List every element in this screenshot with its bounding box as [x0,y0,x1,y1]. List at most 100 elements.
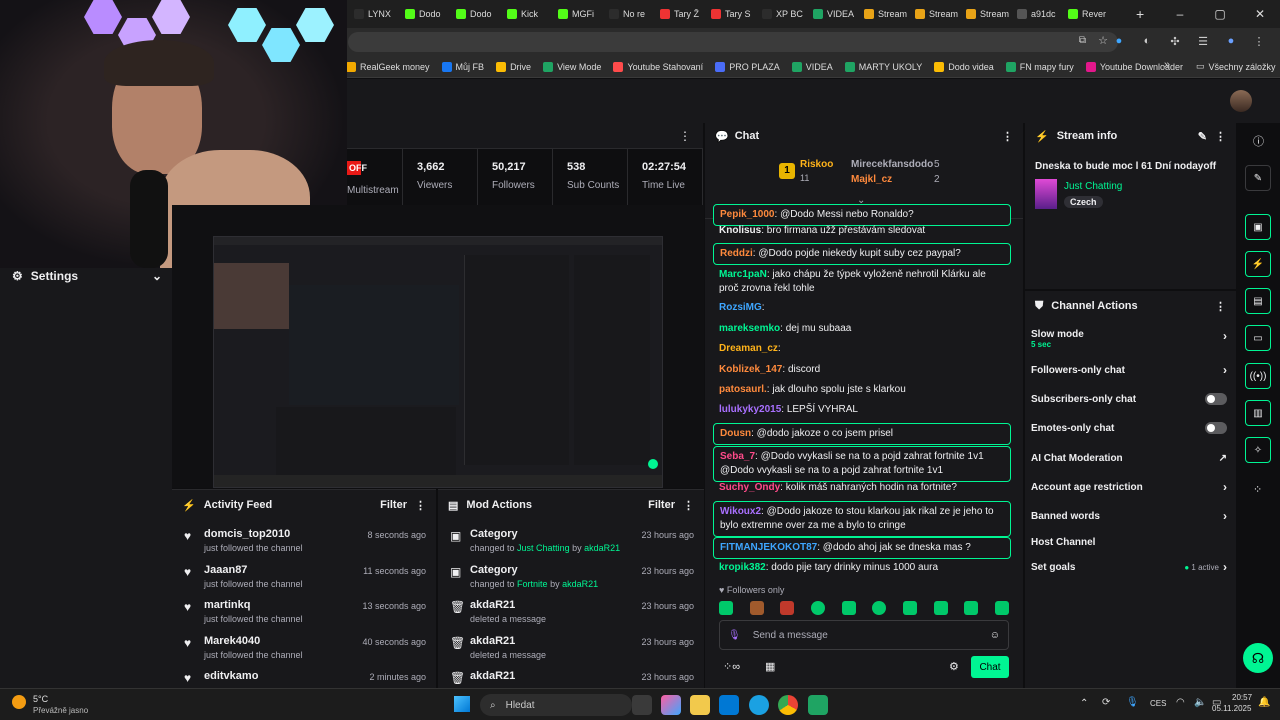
mod-action-mod[interactable]: akdaR21 [584,543,620,553]
stream-preview[interactable] [213,236,663,488]
browser-tab[interactable]: Stream [909,0,960,28]
profile-icon[interactable]: ● [1222,32,1240,50]
document-icon[interactable]: ▤ [1245,288,1271,314]
filter-button[interactable]: Filter [648,499,675,511]
second-name[interactable]: Mirecekfansdodo [851,159,933,170]
mod-action-target[interactable]: Just Chatting [517,543,570,553]
tray-chevron-icon[interactable]: ⌃ [1080,698,1088,709]
browser-tab[interactable]: Kick [501,0,552,28]
bookmark-item[interactable]: RealGeek money [346,62,430,72]
list-item[interactable]: ♥ martinkq just followed the channel 13 sec… [172,599,436,635]
bookmark-item[interactable]: Drive [496,62,531,72]
wifi-icon[interactable]: ◠ [1176,697,1185,708]
gift-icon[interactable]: ▦ [765,660,775,673]
chat-username[interactable]: mareksemko [719,323,780,334]
category-link[interactable]: Just Chatting [1064,181,1122,192]
url-input[interactable]: ⧉ ☆ [348,32,1118,52]
infinity-icon[interactable]: ⁘∞ [723,660,740,673]
pencil-icon[interactable]: ✎ [1198,130,1207,143]
edge-icon[interactable] [749,695,769,715]
chat-message[interactable]: RozsiMG: [713,301,1011,315]
chat-username[interactable]: patosaurl. [719,384,767,395]
copilot-icon[interactable] [661,695,681,715]
windows-start-icon[interactable] [454,696,470,712]
emote[interactable] [780,601,795,615]
app-icon[interactable] [808,695,828,715]
translate-icon[interactable]: ⧉ [1079,35,1086,46]
mod-action-target[interactable]: Fortnite [517,579,548,589]
chat-username[interactable]: Wikoux2 [720,506,761,517]
browser-tab[interactable]: No re [603,0,654,28]
chat-username[interactable]: lulukyky2015 [719,404,781,415]
more-icon[interactable]: ⋮ [1215,130,1226,143]
settings-toggle[interactable]: ⚙ Settings ⌄ [12,268,162,284]
more-icon[interactable]: ⋮ [1215,300,1226,313]
ai-moderation-row[interactable]: AI Chat Moderation ↗ [1031,447,1227,469]
chat-message[interactable]: Seba_7: @Dodo vvykasli se na to a pojd z… [713,446,1011,482]
chat-username[interactable]: kropik382 [719,562,766,573]
chat-username[interactable]: Suchy_Ondy [719,482,780,493]
chat-message[interactable]: Dreaman_cz: [713,342,1011,356]
followers-only-row[interactable]: Followers-only chat › [1031,359,1227,381]
chat-message[interactable]: Knolisus: bro firmana užž přestávám sled… [713,224,1011,238]
new-tab-button[interactable]: + [1136,6,1144,22]
emoji-icon[interactable]: ☺ [990,630,1000,641]
bookmark-item[interactable]: Youtube Stahovaní [613,62,703,72]
chat-username[interactable]: Knolisus [719,225,761,236]
more-icon[interactable]: ⋮ [683,499,694,512]
bookmark-item[interactable]: View Mode [543,62,601,72]
chat-message[interactable]: Marc1paN: jako chápu že týpek vyloženě n… [713,268,1011,296]
category-thumbnail[interactable] [1035,179,1057,209]
chat-username[interactable]: Koblizek_147 [719,364,782,375]
set-goals-row[interactable]: Set goals ● 1 active › [1031,556,1227,578]
chat-message[interactable]: Suchy_Ondy: kolik máš nahraných hodin na… [713,481,1011,495]
list-item[interactable]: ▣ Category changed to Fortnite by akdaR21 2… [438,564,704,600]
notification-icon[interactable]: 🔔 [1258,697,1270,708]
account-age-row[interactable]: Account age restriction › [1031,476,1227,498]
chat-message[interactable]: patosaurl.: jak dlouho spolu jste s klar… [713,383,1011,397]
chat-message[interactable]: Reddzi: @Dodo pojde niekedy kupit suby c… [713,243,1011,265]
bolt-icon[interactable]: ⚡ [1245,251,1271,277]
pencil-icon[interactable]: ✎ [1245,165,1271,191]
language-indicator[interactable]: CES [1150,699,1166,708]
clock-date[interactable]: 05.11.2025 [1212,704,1251,713]
browser-tab[interactable]: Stream [858,0,909,28]
gear-icon[interactable]: ⚙ [949,660,959,673]
emotes-only-toggle[interactable] [1205,422,1227,434]
chat-message[interactable]: Dousn: @dodo jakoze o co jsem prisel [713,423,1011,445]
bookmark-item[interactable]: Dodo videa [934,62,994,72]
chat-input[interactable]: 🎙 Send a message ☺ [719,620,1009,650]
subscribers-only-toggle[interactable] [1205,393,1227,405]
star-icon[interactable]: ☆ [1098,34,1108,47]
chat-username[interactable]: Reddzi [720,248,753,259]
chat-icon[interactable]: ▭ [1245,325,1271,351]
bookmarks-more-button[interactable]: » [1164,59,1170,71]
bookmark-item[interactable]: Můj FB [441,62,484,72]
avatar[interactable] [1230,90,1252,112]
volume-icon[interactable]: 🔈 [1194,697,1206,708]
chat-username[interactable]: Dreaman_cz [719,343,778,354]
media-icon[interactable]: ☰ [1194,32,1212,50]
more-icon[interactable]: ⋮ [415,499,426,512]
minimize-icon[interactable]: – [1160,0,1200,28]
chat-message[interactable]: mareksemko: dej mu subaaa [713,322,1011,336]
browser-tab[interactable]: Rever [1062,0,1113,28]
task-view-icon[interactable] [632,695,652,715]
emote[interactable] [902,601,917,615]
extension-icon[interactable]: ◐ [1138,32,1156,50]
emote[interactable] [719,601,733,615]
support-icon[interactable]: ☊ [1243,643,1273,673]
more-icon[interactable]: ⋮ [679,129,691,143]
chat-username[interactable]: Dousn [720,428,751,439]
screen-icon[interactable]: ▣ [1245,214,1271,240]
emote[interactable] [872,601,887,615]
microphone-icon[interactable]: 🎙 [728,630,741,641]
chat-username[interactable]: FITMANJEKOKOT87 [720,542,817,553]
list-item[interactable]: ♥ domcis_top2010 just followed the channel… [172,528,436,564]
browser-tab[interactable]: MGFi [552,0,603,28]
filter-button[interactable]: Filter [380,499,407,511]
third-name[interactable]: Majkl_cz [851,174,892,185]
mod-action-mod[interactable]: akdaR21 [562,579,598,589]
outlook-icon[interactable] [719,695,739,715]
list-item[interactable]: ▣ Category changed to Just Chatting by akd… [438,528,704,564]
